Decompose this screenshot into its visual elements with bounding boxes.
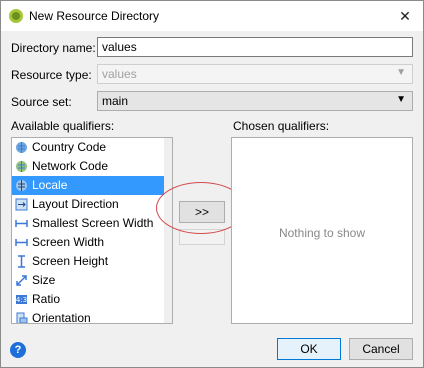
- list-item-screen-width[interactable]: Screen Width: [12, 233, 172, 252]
- chosen-qualifiers-label: Chosen qualifiers:: [233, 119, 330, 133]
- list-item-label: Orientation: [32, 311, 91, 324]
- help-icon[interactable]: ?: [10, 342, 26, 358]
- dialog-title: New Resource Directory: [29, 9, 160, 23]
- list-item-label: Country Code: [32, 140, 107, 154]
- ok-button[interactable]: OK: [277, 338, 341, 360]
- list-scrollbar[interactable]: [164, 138, 172, 323]
- layout-direction-icon: [15, 198, 28, 211]
- source-set-value: main: [102, 94, 129, 108]
- list-item-label: Locale: [32, 178, 68, 192]
- resource-type-label: Resource type:: [11, 68, 92, 82]
- available-qualifiers-label: Available qualifiers:: [11, 119, 115, 133]
- available-qualifiers-list[interactable]: Country Code Network Code Locale Layout …: [11, 137, 173, 324]
- list-item-label: Size: [32, 273, 56, 287]
- android-studio-icon: [9, 9, 23, 23]
- list-item-orientation[interactable]: Orientation: [12, 309, 172, 324]
- list-item-label: Smallest Screen Width: [32, 216, 154, 230]
- resource-type-value: values: [102, 67, 137, 81]
- globe-icon: [16, 180, 27, 191]
- list-item-network-code[interactable]: Network Code: [12, 157, 172, 176]
- empty-state-text: Nothing to show: [278, 226, 366, 240]
- directory-name-label: Directory name:: [11, 41, 96, 55]
- orientation-icon: [16, 312, 28, 323]
- width-icon: [15, 220, 28, 227]
- new-resource-directory-dialog: New Resource Directory ✕ Directory name:…: [0, 0, 424, 368]
- source-set-label: Source set:: [11, 95, 72, 109]
- globe-icon: [16, 142, 27, 153]
- chevron-down-icon: ▼: [396, 94, 406, 105]
- list-item-label: Layout Direction: [32, 197, 119, 211]
- cancel-button[interactable]: Cancel: [349, 338, 413, 360]
- ratio-icon: 4:3: [16, 295, 27, 304]
- title-bar: New Resource Directory ✕: [1, 1, 423, 31]
- source-set-select[interactable]: main ▼: [97, 91, 413, 111]
- chosen-qualifiers-list[interactable]: Nothing to show: [231, 137, 413, 324]
- list-item-label: Network Code: [32, 159, 109, 173]
- width-icon: [15, 239, 28, 246]
- svg-text:4:3: 4:3: [16, 296, 27, 304]
- list-item-label: Ratio: [32, 292, 61, 306]
- list-item-screen-height[interactable]: Screen Height: [12, 252, 172, 271]
- chevron-down-icon: ▼: [396, 67, 406, 78]
- list-item-layout-direction[interactable]: Layout Direction: [12, 195, 172, 214]
- height-icon: [18, 255, 25, 268]
- directory-name-input[interactable]: values: [97, 37, 413, 57]
- resource-type-select: values ▼: [97, 64, 413, 84]
- list-item-locale[interactable]: Locale: [12, 176, 172, 195]
- list-item-ratio[interactable]: 4:3 Ratio: [12, 290, 172, 309]
- list-item-smallest-screen-width[interactable]: Smallest Screen Width: [12, 214, 172, 233]
- list-item-country-code[interactable]: Country Code: [12, 138, 172, 157]
- list-item-label: Screen Width: [32, 235, 105, 249]
- list-item-label: Screen Height: [32, 254, 109, 268]
- globe-icon: [16, 161, 27, 172]
- list-item-size[interactable]: Size: [12, 271, 172, 290]
- close-icon[interactable]: ✕: [395, 6, 415, 26]
- size-icon: [16, 275, 27, 286]
